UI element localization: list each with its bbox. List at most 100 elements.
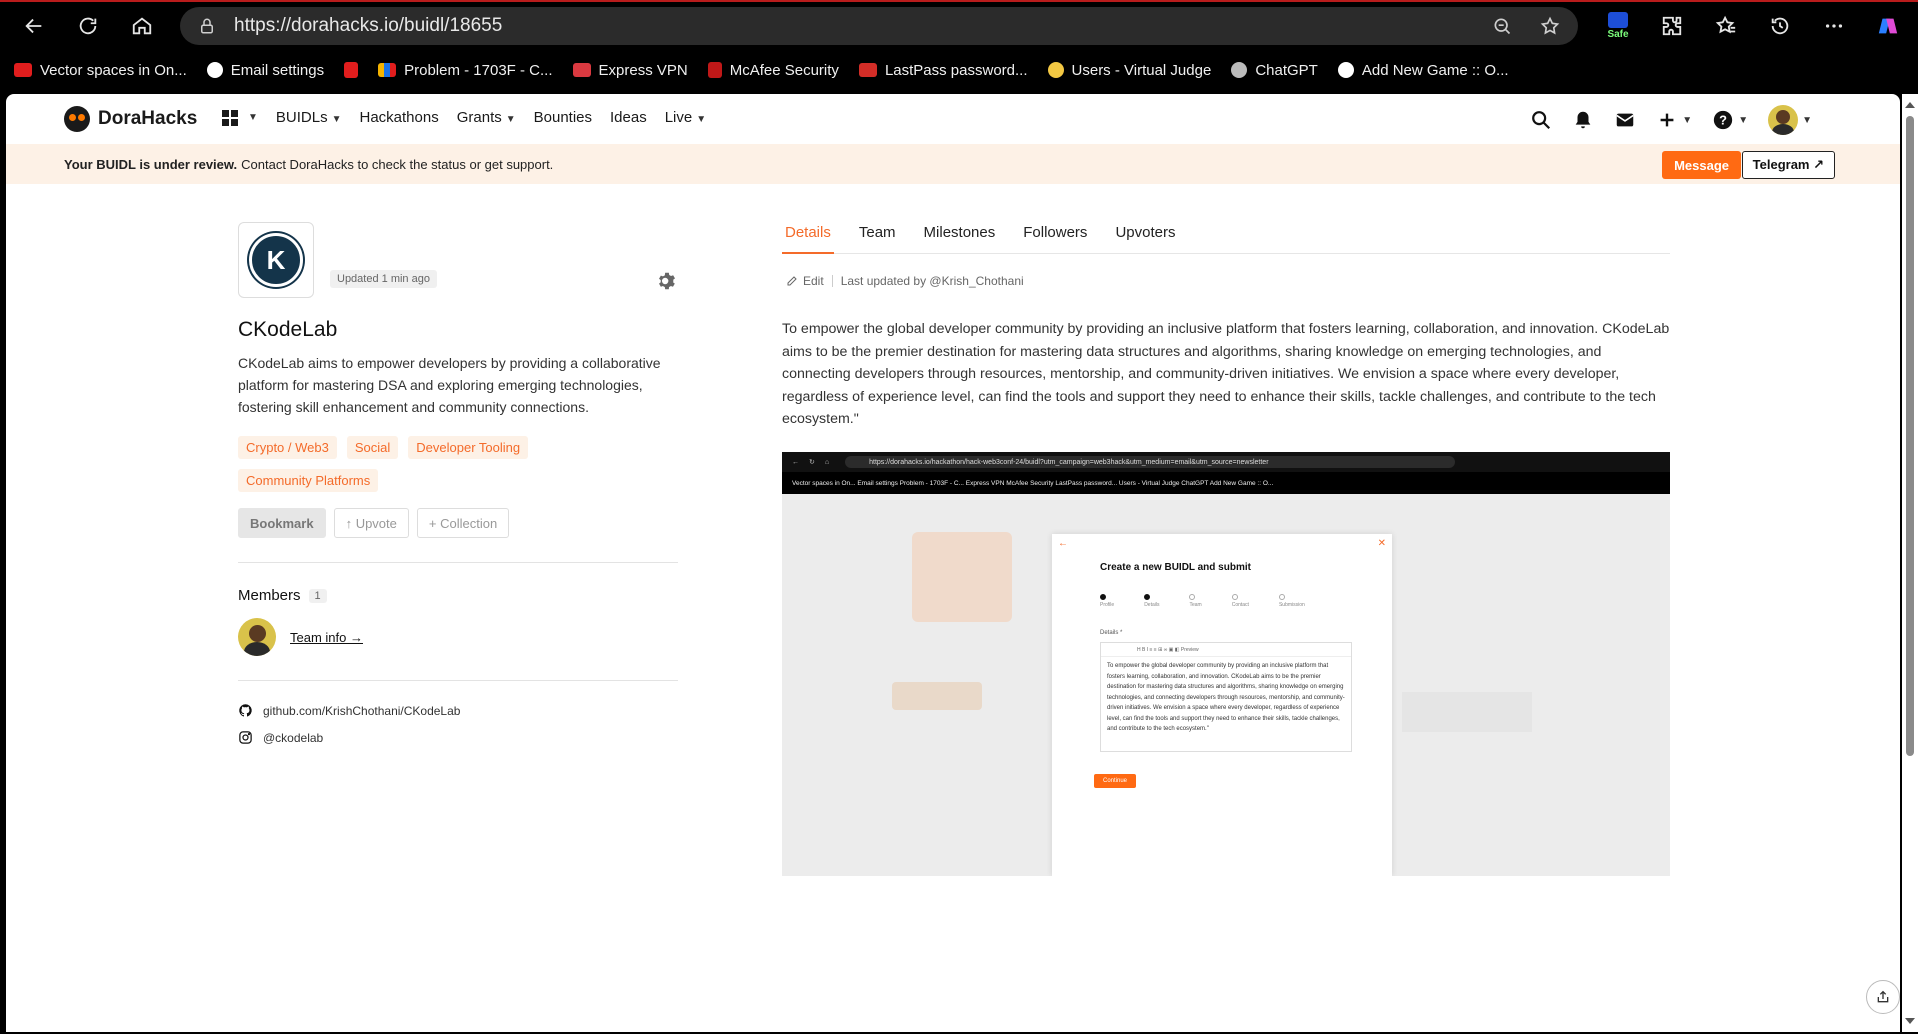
expressvpn-icon (572, 63, 591, 77)
collection-button[interactable]: + Collection (416, 508, 510, 538)
stepper: Profile Details Team Contact Submission (1100, 594, 1305, 608)
extensions-icon[interactable] (1654, 6, 1690, 46)
favorite-star-icon[interactable] (1540, 16, 1560, 36)
tab-details[interactable]: Details (782, 224, 834, 254)
bookmark-label: ChatGPT (1255, 61, 1318, 79)
search-icon[interactable] (1530, 109, 1552, 131)
step: Submission (1278, 594, 1305, 608)
github-link[interactable]: github.com/KrishChothani/CKodeLab (238, 703, 678, 718)
shield-icon (1608, 12, 1628, 28)
modal-title: Create a new BUIDL and submit (1100, 562, 1251, 573)
project-tabs: Details Team Milestones Followers Upvote… (782, 224, 1670, 254)
menu-hackathons[interactable]: Hackathons (360, 109, 439, 126)
project-actions: Bookmark ↑ Upvote + Collection (238, 508, 678, 538)
step: Team (1189, 594, 1202, 608)
chatgpt-icon (1231, 62, 1248, 78)
tag[interactable]: Crypto / Web3 (238, 436, 337, 459)
scroll-down-icon[interactable] (1905, 1018, 1915, 1024)
github-icon (1337, 62, 1354, 78)
tab-followers[interactable]: Followers (1020, 224, 1090, 254)
menu-grants[interactable]: Grants ▼ (457, 109, 516, 126)
telegram-button[interactable]: Telegram ↗ (1741, 151, 1835, 179)
favorites-icon[interactable] (1708, 6, 1744, 46)
message-button[interactable]: Message (1662, 151, 1741, 179)
brand-name: DoraHacks (98, 108, 198, 129)
bookmark-item[interactable]: LastPass password... (858, 62, 1028, 79)
scroll-up-icon[interactable] (1905, 102, 1915, 108)
tag[interactable]: Social (346, 436, 399, 459)
browser-toolbar: https://dorahacks.io/buidl/18655 Safe (0, 0, 1918, 52)
reload-icon: ↻ (809, 459, 815, 466)
share-button[interactable] (1866, 980, 1900, 1014)
tab-upvoters[interactable]: Upvoters (1112, 224, 1178, 254)
history-icon[interactable] (1762, 6, 1798, 46)
home-icon[interactable] (122, 6, 162, 46)
zoom-icon[interactable] (1492, 16, 1512, 36)
web-page: DoraHacks ▼ BUIDLs ▼ Hackathons Grants ▼ B… (6, 94, 1900, 1032)
close-icon: ✕ (1377, 538, 1386, 549)
bookmark-item[interactable]: Vector spaces in On... (14, 62, 187, 79)
menu-live[interactable]: Live ▼ (665, 109, 706, 126)
bookmarks-bar: Vector spaces in On... Email settings Pr… (0, 52, 1918, 88)
separator (831, 275, 833, 287)
arrow-left-icon: ← (1058, 538, 1068, 549)
step: Details (1144, 594, 1159, 608)
tag[interactable]: Developer Tooling (408, 436, 529, 459)
bookmark-button[interactable]: Bookmark (238, 508, 326, 538)
bookmark-item[interactable]: Problem - 1703F - C... (378, 62, 553, 79)
step-dot (1189, 594, 1196, 600)
bookmark-item[interactable]: Email settings (206, 62, 324, 79)
edit-row: Edit Last updated by @Krish_Chothani (786, 274, 1024, 288)
bookmark-item[interactable]: McAfee Security (707, 62, 839, 79)
member-avatar[interactable] (238, 618, 276, 656)
tab-milestones[interactable]: Milestones (921, 224, 999, 254)
project-logo: K (238, 222, 314, 298)
banner-text: Contact DoraHacks to check the status or… (241, 156, 554, 172)
bookmark-label: Users - Virtual Judge (1071, 61, 1212, 79)
bookmark-label: Add New Game :: O... (1361, 61, 1509, 79)
upvote-button[interactable]: ↑ Upvote (333, 508, 409, 538)
copilot-icon[interactable] (1870, 6, 1906, 46)
bookmark-item[interactable]: ChatGPT (1231, 62, 1318, 79)
bookmark-item[interactable]: Express VPN (572, 62, 688, 79)
help-icon: ? (1714, 110, 1733, 130)
ckodelab-logo-icon: K (249, 233, 303, 287)
instagram-icon (239, 731, 252, 744)
back-icon[interactable] (14, 6, 54, 46)
menu-bounties[interactable]: Bounties (534, 109, 592, 126)
owl-logo-icon (64, 106, 90, 132)
youtube-icon (14, 63, 32, 77)
page-scrollbar[interactable] (1902, 94, 1918, 1032)
mail-icon[interactable] (1614, 109, 1636, 131)
address-bar[interactable]: https://dorahacks.io/buidl/18655 (180, 7, 1578, 45)
menu-ideas[interactable]: Ideas (610, 109, 647, 126)
bell-icon[interactable] (1572, 109, 1594, 131)
tab-team[interactable]: Team (856, 224, 899, 254)
instagram-link[interactable]: @ckodelab (238, 730, 678, 745)
step-label: Team (1189, 602, 1202, 608)
bookmark-item[interactable] (344, 62, 359, 78)
scrollbar-thumb[interactable] (1906, 116, 1914, 756)
team-info-link[interactable]: Team info → (290, 630, 363, 645)
gear-icon[interactable] (656, 270, 678, 292)
menu-buidls[interactable]: BUIDLs ▼ (276, 109, 342, 126)
tag[interactable]: Community Platforms (238, 469, 379, 492)
help-menu[interactable]: ? ▼ (1712, 109, 1748, 131)
step-dot (1144, 594, 1151, 600)
back-icon: ← (792, 458, 799, 466)
create-menu[interactable]: ▼ (1656, 109, 1692, 131)
github-icon (206, 62, 223, 78)
reload-icon[interactable] (68, 6, 108, 46)
bookmark-item[interactable]: Add New Game :: O... (1337, 61, 1509, 79)
apps-grid-icon[interactable]: ▼ (222, 109, 258, 126)
user-menu[interactable]: ▼ (1768, 105, 1812, 135)
mcafee-icon (707, 62, 722, 78)
safe-badge[interactable]: Safe (1600, 6, 1636, 46)
codeforces-icon (378, 63, 397, 77)
dorahacks-logo[interactable]: DoraHacks (64, 106, 197, 132)
divider (238, 562, 678, 563)
menu-label: Grants (456, 109, 502, 126)
more-menu-icon[interactable] (1816, 6, 1852, 46)
bookmark-item[interactable]: Users - Virtual Judge (1047, 61, 1212, 79)
edit-button[interactable]: Edit (786, 274, 824, 288)
